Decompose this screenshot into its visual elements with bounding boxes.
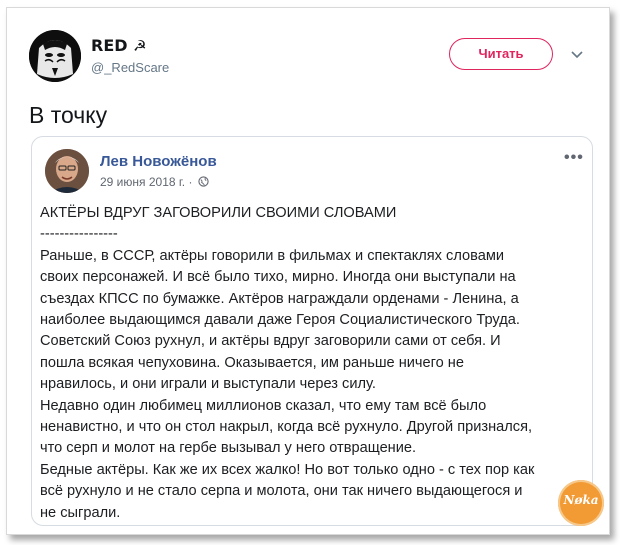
post-date[interactable]: 29 июня 2018 г. · <box>100 175 192 189</box>
post-line: не сыграли. <box>40 504 121 521</box>
post-line: Советский Союз рухнул, и актёры вдруг за… <box>40 333 501 350</box>
post-line: Бедные актёры. Как же их всех жалко! Но … <box>40 461 535 478</box>
chevron-down-icon[interactable] <box>569 46 585 62</box>
post-line: съездах КПСС по бумажке. Актёров награжд… <box>40 290 519 307</box>
post-line: ненавистно, и что он стол накрыл, когда … <box>40 419 533 436</box>
post-body: АКТЁРЫ ВДРУГ ЗАГОВОРИЛИ СВОИМИ СЛОВАМИ -… <box>40 203 588 524</box>
more-dots-icon[interactable]: ••• <box>564 149 584 167</box>
post-line: что серп и молот на гербе вызывал у него… <box>40 440 417 457</box>
user-handle[interactable]: @_RedScare <box>91 60 169 75</box>
watermark-logo: Nøka <box>558 480 604 526</box>
post-line: нравилось, и они играли и выступали чере… <box>40 376 376 393</box>
post-line: Раньше, в СССР, актёры говорили в фильма… <box>40 247 505 264</box>
follow-button[interactable]: Читать <box>449 38 553 70</box>
post-line: пошла всякая чепуховина. Оказывается, им… <box>40 354 464 371</box>
post-line: ---------------- <box>40 226 118 243</box>
post-line: своих персонажей. И всё было тихо, мирно… <box>40 269 516 286</box>
user-name[interactable]: RED <box>91 36 128 55</box>
tweet-text: В точку <box>29 102 108 128</box>
post-date-row: 29 июня 2018 г. · <box>100 175 209 189</box>
post-line: всё рухнуло и не стало серпа и молота, о… <box>40 483 523 500</box>
author-name[interactable]: Лев Новожёнов <box>100 153 217 170</box>
user-name-row[interactable]: RED ☭ <box>91 36 147 55</box>
embedded-post[interactable]: Лев Новожёнов 29 июня 2018 г. · ••• АКТЁ… <box>31 136 593 526</box>
hammer-sickle-icon: ☭ <box>133 37 147 55</box>
post-line: АКТЁРЫ ВДРУГ ЗАГОВОРИЛИ СВОИМИ СЛОВАМИ <box>40 205 397 221</box>
post-line: наиболее выдающимся давали даже Героя Со… <box>40 312 520 329</box>
user-avatar[interactable] <box>29 30 81 82</box>
globe-icon <box>198 176 209 187</box>
tweet-card: RED ☭ @_RedScare Читать В точку Лев Ново… <box>6 7 610 535</box>
author-avatar[interactable] <box>45 149 89 193</box>
post-line: Недавно один любимец миллионов сказал, ч… <box>40 397 487 414</box>
